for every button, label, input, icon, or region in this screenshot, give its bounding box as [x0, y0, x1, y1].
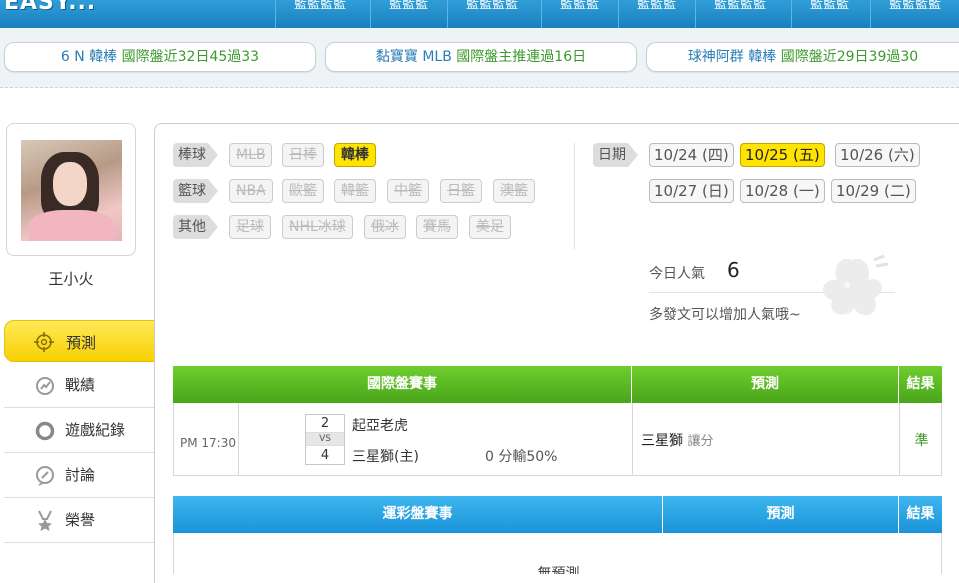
- date-1026[interactable]: 10/26 (六): [835, 143, 920, 167]
- ticker-item[interactable]: 6 N 韓棒 國際盤近32日45過33: [4, 42, 316, 72]
- ticker-highlight: 國際盤主推連過16日: [456, 49, 587, 65]
- filter-category-other: 其他: [173, 215, 218, 239]
- filter-kbo[interactable]: 韓棒: [334, 143, 376, 167]
- nav-item-4[interactable]: 籃籃籃: [541, 0, 617, 28]
- side-item-discussion[interactable]: 討論: [4, 453, 154, 498]
- side-item-label: 戰績: [65, 376, 96, 394]
- chart-icon: [36, 377, 54, 395]
- avatar-card: [6, 123, 136, 256]
- ticker-item[interactable]: 球神阿群 韓棒 國際盤近29日39過30: [646, 42, 959, 72]
- nav-item-8[interactable]: 籃籃籃籃: [870, 0, 959, 28]
- crosshair-icon: [34, 332, 54, 352]
- match-time: PM 17:30: [180, 436, 236, 450]
- side-item-record[interactable]: 戰績: [4, 363, 154, 408]
- date-1024[interactable]: 10/24 (四): [649, 143, 734, 167]
- home-team: 三星獅(主): [352, 449, 419, 465]
- filter-divider: [574, 143, 575, 250]
- filter-soccer[interactable]: 足球: [229, 215, 271, 239]
- date-1028[interactable]: 10/28 (一): [740, 179, 825, 203]
- filter-mlb[interactable]: MLB: [229, 143, 273, 167]
- avatar[interactable]: [21, 140, 122, 241]
- filter-japan-basketball[interactable]: 日籃: [440, 179, 482, 203]
- filter-category-baseball: 棒球: [173, 143, 218, 167]
- ring-icon: [35, 421, 55, 441]
- home-score: 4: [306, 445, 344, 464]
- vs-label: VS: [306, 433, 344, 445]
- prediction-team: 三星獅: [641, 433, 683, 449]
- mascot-watermark-icon: [822, 254, 889, 316]
- lottery-empty-row: 無預測: [173, 533, 942, 574]
- nav-item-7[interactable]: 籃籃籃: [791, 0, 867, 28]
- handicap: 0 分輸50%: [485, 449, 558, 465]
- prediction: 三星獅 讓分: [641, 430, 713, 450]
- nav-item-2[interactable]: 籃籃籃: [370, 0, 446, 28]
- side-item-game-log[interactable]: 遊戲紀錄: [4, 408, 154, 453]
- filter-category-basketball: 籃球: [173, 179, 218, 203]
- filter-korea-basketball[interactable]: 韓籃: [334, 179, 376, 203]
- filter-horse-racing[interactable]: 賽馬: [416, 215, 458, 239]
- ticker-highlight: 國際盤近29日39過30: [780, 49, 919, 65]
- popularity-label: 今日人氣: [649, 266, 705, 282]
- date-1027[interactable]: 10/27 (日): [649, 179, 734, 203]
- date-1025[interactable]: 10/25 (五): [740, 143, 825, 167]
- side-item-predict[interactable]: 預測: [4, 320, 173, 362]
- intl-header-result: 結果: [899, 366, 942, 403]
- date-label: 日期: [593, 143, 638, 167]
- result-badge: 準: [914, 433, 929, 449]
- intl-header-match: 國際盤賽事: [173, 366, 631, 403]
- filter-euro-basketball[interactable]: 歐籃: [282, 179, 324, 203]
- ticker-prefix: 6 N 韓棒: [60, 49, 122, 65]
- medal-icon: [38, 510, 52, 531]
- nav-item-5[interactable]: 籃籃籃: [618, 0, 694, 28]
- nav-item-6[interactable]: 籃籃籃籃: [695, 0, 784, 28]
- away-score: 2: [306, 415, 344, 433]
- ticker-prefix: 球神阿群 韓棒: [687, 49, 781, 65]
- side-item-label: 討論: [65, 466, 96, 484]
- empty-message: 無預測: [537, 566, 580, 574]
- filter-nba[interactable]: NBA: [229, 179, 273, 203]
- intl-header-prediction: 預測: [632, 366, 898, 403]
- ticker-item[interactable]: 黏寶寶 MLB 國際盤主推連過16日: [325, 42, 637, 72]
- lottery-header-match: 運彩盤賽事: [173, 496, 662, 533]
- nav-item-3[interactable]: 籃籃籃籃: [447, 0, 536, 28]
- filter-china-basketball[interactable]: 中籃: [387, 179, 429, 203]
- chat-icon: [36, 466, 54, 486]
- table-row: PM 17:30 2 VS 4 起亞老虎 三星獅(主) 0 分輸50% 三星獅 …: [173, 403, 942, 476]
- filter-aus-basketball[interactable]: 澳籃: [493, 179, 535, 203]
- ticker-highlight: 國際盤近32日45過33: [121, 49, 260, 65]
- side-item-label: 榮譽: [65, 511, 96, 529]
- popularity-hint: 多發文可以增加人氣哦~: [649, 307, 801, 323]
- side-item-label: 遊戲紀錄: [65, 421, 126, 439]
- top-nav-bar: EASY... 籃籃籃籃 籃籃籃 籃籃籃籃 籃籃籃 籃籃籃 籃籃籃籃 籃籃籃 籃…: [0, 0, 959, 28]
- filter-nhl[interactable]: NHL冰球: [282, 215, 353, 239]
- ticker-band: 6 N 韓棒 國際盤近32日45過33 黏寶寶 MLB 國際盤主推連過16日 球…: [0, 28, 959, 88]
- popularity-value: 6: [727, 258, 740, 282]
- away-team: 起亞老虎: [352, 418, 408, 434]
- side-item-honor[interactable]: 榮譽: [4, 498, 154, 543]
- lottery-header-prediction: 預測: [663, 496, 898, 533]
- filter-npb[interactable]: 日棒: [282, 143, 324, 167]
- score-box: 2 VS 4: [305, 414, 345, 465]
- site-logo[interactable]: EASY...: [4, 0, 96, 15]
- filter-khl[interactable]: 俄冰: [364, 215, 406, 239]
- lottery-header-result: 結果: [899, 496, 942, 533]
- date-1029[interactable]: 10/29 (二): [831, 179, 916, 203]
- ticker-prefix: 黏寶寶 MLB: [375, 49, 457, 65]
- nav-item-1[interactable]: 籃籃籃籃: [275, 0, 364, 28]
- username[interactable]: 王小火: [6, 268, 136, 289]
- prediction-type: 讓分: [687, 434, 714, 449]
- side-item-label: 預測: [66, 334, 97, 352]
- filter-nfl[interactable]: 美足: [469, 215, 511, 239]
